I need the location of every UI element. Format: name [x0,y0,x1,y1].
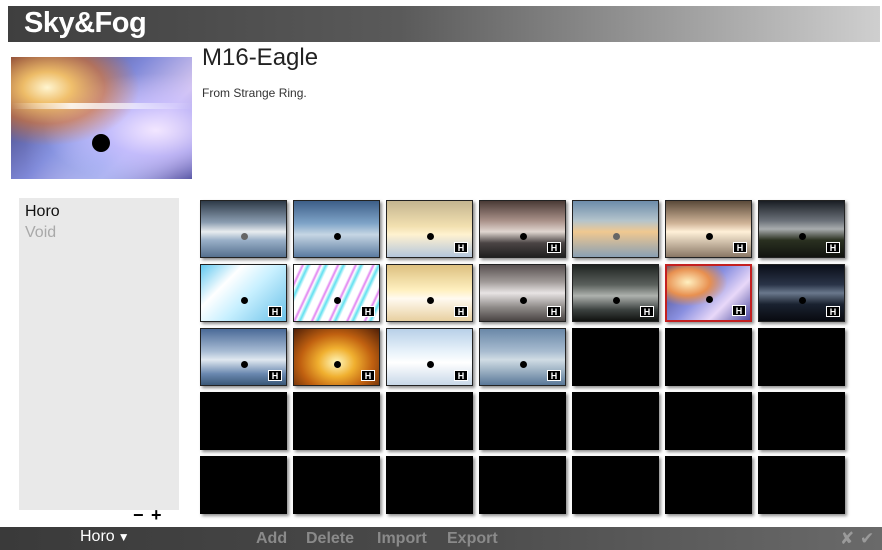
delete-button[interactable]: Delete [306,530,354,548]
hdr-badge: H [547,370,561,381]
sky-thumbnail[interactable] [200,200,287,258]
empty-slot[interactable] [200,456,287,514]
sky-thumbnail[interactable]: H [293,264,380,322]
empty-slot[interactable] [293,456,380,514]
empty-slot[interactable] [200,392,287,450]
sun-marker [240,360,248,368]
sky-thumbnail[interactable]: H [479,200,566,258]
hdr-badge: H [361,306,375,317]
close-icon[interactable]: ✘ [840,529,854,549]
thumbnail-grid: H H H H H H H H H H H H H H H [200,200,845,514]
category-item-horo[interactable]: Horo [25,203,60,221]
hdr-badge: H [268,306,282,317]
sky-thumbnail[interactable]: H [479,264,566,322]
empty-slot[interactable] [665,328,752,386]
empty-slot[interactable] [386,392,473,450]
sun-marker [612,296,620,304]
category-item-void[interactable]: Void [25,224,56,242]
sky-thumbnail[interactable]: H [758,200,845,258]
empty-slot[interactable] [758,456,845,514]
sky-thumbnail[interactable]: H [200,264,287,322]
sun-marker [92,134,110,152]
sky-thumbnail[interactable] [293,200,380,258]
empty-slot[interactable] [479,456,566,514]
sun-marker [519,360,527,368]
sky-thumbnail[interactable]: H [572,264,659,322]
category-list: Horo Void [19,198,179,510]
sky-thumbnail[interactable]: H [665,200,752,258]
app-title: Sky&Fog [24,7,147,39]
empty-slot[interactable] [758,392,845,450]
sky-thumbnail[interactable]: H [758,264,845,322]
sun-marker [798,232,806,240]
sun-marker [240,296,248,304]
sky-thumbnail[interactable]: H [479,328,566,386]
sky-thumbnail[interactable]: H [386,264,473,322]
sun-marker [519,296,527,304]
import-button[interactable]: Import [377,530,427,548]
hdr-badge: H [547,306,561,317]
bottom-toolbar: Horo ▼ Add Delete Import Export ✘ ✔ [0,527,882,550]
hdr-badge: H [640,306,654,317]
empty-slot[interactable] [572,392,659,450]
hdr-badge: H [454,306,468,317]
hdr-badge: H [454,242,468,253]
sun-marker [426,360,434,368]
sky-thumbnail[interactable]: H [293,328,380,386]
sun-marker [333,296,341,304]
sun-marker [333,232,341,240]
preview-image [11,57,192,179]
hdr-badge: H [268,370,282,381]
hdr-badge: H [454,370,468,381]
category-dropdown[interactable]: Horo ▼ [80,528,130,546]
hdr-badge: H [733,242,747,253]
hdr-badge: H [547,242,561,253]
hdr-badge: H [826,306,840,317]
chevron-down-icon: ▼ [117,530,130,544]
sun-marker [519,232,527,240]
sky-thumbnail[interactable]: H [200,328,287,386]
hdr-badge: H [826,242,840,253]
sun-marker [240,232,248,240]
empty-slot[interactable] [665,392,752,450]
item-description: From Strange Ring. [202,86,307,100]
hdr-badge: H [361,370,375,381]
sun-marker [426,232,434,240]
sky-thumbnail[interactable]: H [386,328,473,386]
empty-slot[interactable] [572,328,659,386]
sun-marker [426,296,434,304]
item-title: M16-Eagle [202,44,319,71]
preview-streak [11,103,192,109]
empty-slot[interactable] [386,456,473,514]
add-button[interactable]: Add [256,530,287,548]
category-dropdown-label: Horo [80,528,115,545]
empty-slot[interactable] [665,456,752,514]
sky-thumbnail[interactable]: H [665,264,752,322]
sun-marker [798,296,806,304]
sun-marker [612,232,620,240]
sky-thumbnail[interactable]: H [386,200,473,258]
sun-marker [333,360,341,368]
empty-slot[interactable] [758,328,845,386]
empty-slot[interactable] [572,456,659,514]
empty-slot[interactable] [293,392,380,450]
sun-marker [705,296,713,304]
check-icon[interactable]: ✔ [860,529,874,549]
export-button[interactable]: Export [447,530,498,548]
empty-slot[interactable] [479,392,566,450]
sky-thumbnail[interactable] [572,200,659,258]
title-bar: Sky&Fog [8,6,880,42]
add-category-button[interactable]: + [151,506,162,524]
remove-category-button[interactable]: − [133,506,144,524]
sun-marker [705,232,713,240]
hdr-badge: H [732,305,746,316]
